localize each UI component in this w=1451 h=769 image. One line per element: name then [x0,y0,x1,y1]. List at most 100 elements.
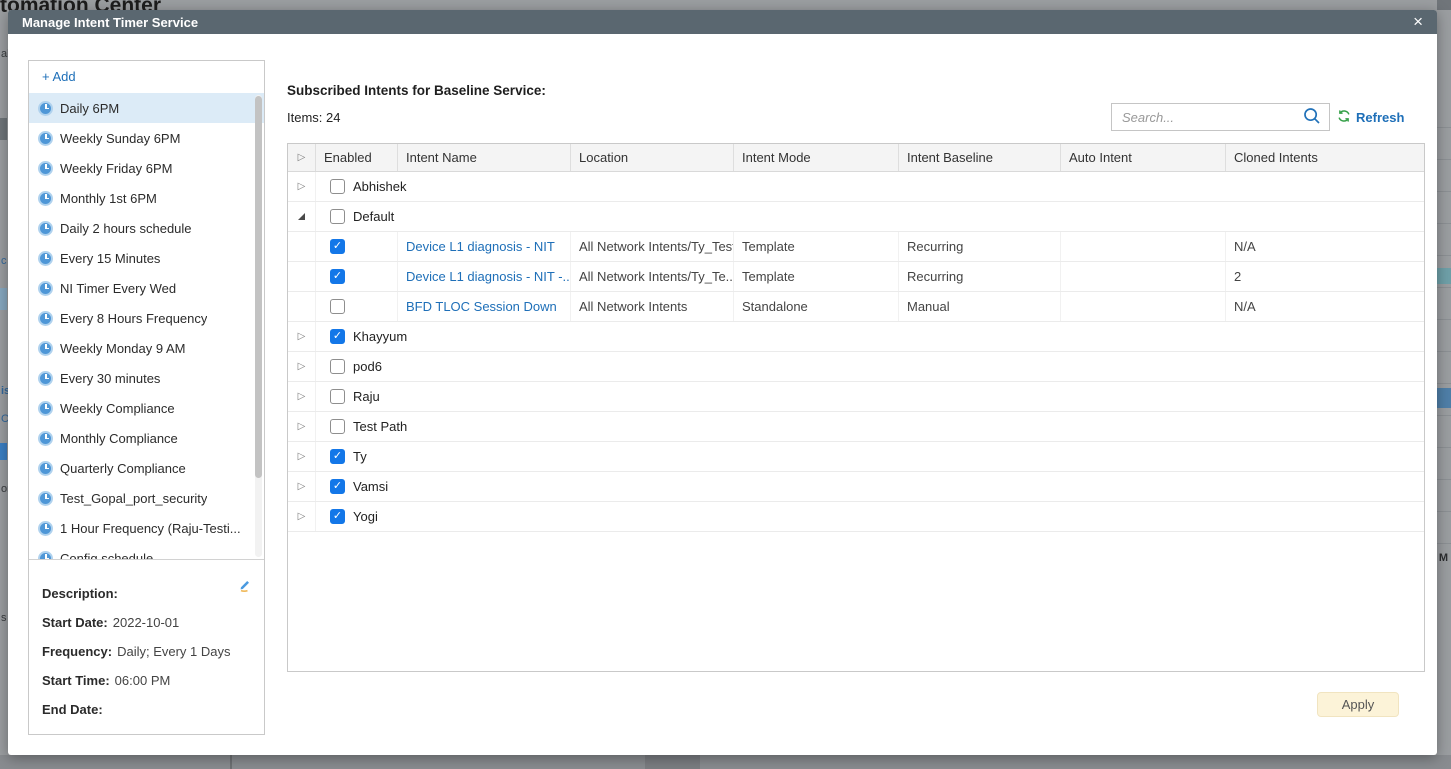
subscribed-intents-heading: Subscribed Intents for Baseline Service: [287,83,546,98]
group-cell: Vamsi [316,472,1424,501]
expander-cell [288,172,316,201]
apply-button[interactable]: Apply [1317,692,1399,717]
screen: tomation Center ab c is C or s M Manage … [0,0,1451,769]
timer-list-scrollbar-thumb[interactable] [255,96,262,478]
expander-icon[interactable] [298,213,305,220]
timer-item-label: Weekly Monday 9 AM [60,341,185,356]
intent-name-link[interactable]: Device L1 diagnosis - NIT -... [406,269,571,284]
enabled-checkbox[interactable] [330,449,345,464]
detail-label: End Date: [42,702,103,717]
group-name: Ty [353,449,367,464]
intent-baseline-cell: Manual [899,292,1061,321]
enabled-checkbox[interactable] [330,269,345,284]
expander-icon[interactable] [298,452,306,462]
clock-icon [38,251,53,266]
timer-list-item[interactable]: Weekly Friday 6PM [29,153,264,183]
detail-value: Daily; Every 1 Days [117,644,230,659]
clock-icon [38,311,53,326]
table-row: Raju [288,382,1424,412]
enabled-checkbox[interactable] [330,239,345,254]
timer-list-item[interactable]: 1 Hour Frequency (Raju-Testi... [29,513,264,543]
clock-icon [38,521,53,536]
search-icon[interactable] [1303,107,1321,128]
add-timer-button[interactable]: + Add [29,61,264,93]
timer-list-item[interactable]: Weekly Compliance [29,393,264,423]
expander-icon[interactable] [298,392,306,402]
intents-table-header: EnabledIntent NameLocationIntent ModeInt… [288,144,1424,172]
table-row: Yogi [288,502,1424,532]
expander-cell [288,232,316,261]
timer-list-item[interactable]: Config schedule [29,543,264,559]
timer-item-label: 1 Hour Frequency (Raju-Testi... [60,521,241,536]
enabled-checkbox[interactable] [330,389,345,404]
header-expander-cell [288,144,316,171]
search-input[interactable] [1112,110,1303,125]
expander-icon[interactable] [298,512,306,522]
clock-icon [38,161,53,176]
enabled-checkbox[interactable] [330,479,345,494]
close-icon[interactable]: × [1413,11,1423,33]
detail-value: 06:00 PM [115,673,171,688]
group-cell: Raju [316,382,1424,411]
enabled-checkbox[interactable] [330,299,345,314]
edit-pencil-icon[interactable] [237,578,252,596]
timer-list-item[interactable]: Daily 2 hours schedule [29,213,264,243]
timer-list-item[interactable]: Weekly Monday 9 AM [29,333,264,363]
intents-table: EnabledIntent NameLocationIntent ModeInt… [287,143,1425,672]
refresh-button[interactable]: Refresh [1337,109,1404,126]
background-block [0,443,7,460]
detail-label: Start Time: [42,673,110,688]
timer-list: Daily 6PM Weekly Sunday 6PM Weekly Friday … [29,93,264,559]
group-cell: Default [316,202,1424,231]
enabled-checkbox[interactable] [330,179,345,194]
expander-cell [288,412,316,441]
enabled-cell [316,262,398,291]
timer-item-label: Weekly Sunday 6PM [60,131,180,146]
expander-icon[interactable] [298,332,306,342]
clock-icon [38,431,53,446]
enabled-cell [316,292,398,321]
expander-icon[interactable] [298,362,306,372]
timer-item-label: Every 15 Minutes [60,251,160,266]
expander-icon[interactable] [298,482,306,492]
expander-icon[interactable] [298,153,306,163]
clock-icon [38,101,53,116]
intent-name-link[interactable]: Device L1 diagnosis - NIT [406,239,555,254]
expander-icon[interactable] [298,182,306,192]
location-cell: All Network Intents [571,292,734,321]
background-right-strip: M [1437,0,1451,769]
timer-list-item[interactable]: Weekly Sunday 6PM [29,123,264,153]
enabled-checkbox[interactable] [330,419,345,434]
timer-list-item[interactable]: Daily 6PM [29,93,264,123]
cloned-intents-cell: N/A [1226,292,1424,321]
timer-list-item[interactable]: Every 15 Minutes [29,243,264,273]
refresh-label: Refresh [1356,110,1404,125]
timer-list-item[interactable]: Test_Gopal_port_security [29,483,264,513]
auto-intent-cell [1061,292,1226,321]
timer-list-item[interactable]: NI Timer Every Wed [29,273,264,303]
timer-item-label: Daily 6PM [60,101,119,116]
group-name: Abhishek [353,179,406,194]
clock-icon [38,551,53,560]
detail-row: Start Date:2022-10-01 [42,615,252,644]
enabled-checkbox[interactable] [330,359,345,374]
timer-list-item[interactable]: Every 8 Hours Frequency [29,303,264,333]
cloned-intents-cell: N/A [1226,232,1424,261]
table-row: Ty [288,442,1424,472]
enabled-checkbox[interactable] [330,509,345,524]
expander-icon[interactable] [298,422,306,432]
group-cell: Test Path [316,412,1424,441]
timer-list-item[interactable]: Monthly Compliance [29,423,264,453]
clock-icon [38,461,53,476]
modal-title: Manage Intent Timer Service [8,15,198,30]
background-fragment: s [1,612,7,624]
timer-list-item[interactable]: Monthly 1st 6PM [29,183,264,213]
timer-sidebar: + Add Daily 6PM Weekly Sunday 6PM Weekly F… [28,60,265,735]
intent-mode-cell: Standalone [734,292,899,321]
timer-list-item[interactable]: Every 30 minutes [29,363,264,393]
timer-list-item[interactable]: Quarterly Compliance [29,453,264,483]
enabled-checkbox[interactable] [330,209,345,224]
enabled-cell [316,232,398,261]
intent-name-link[interactable]: BFD TLOC Session Down [406,299,557,314]
enabled-checkbox[interactable] [330,329,345,344]
